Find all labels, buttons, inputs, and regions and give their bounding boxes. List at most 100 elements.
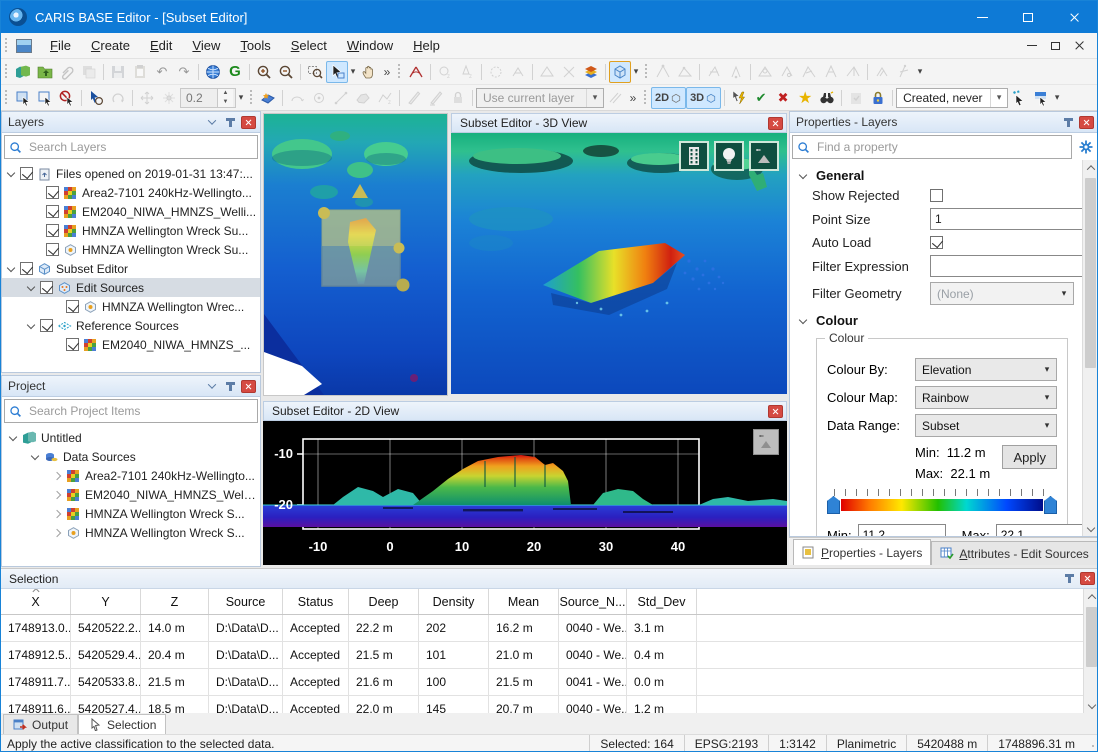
expander-icon[interactable] bbox=[6, 264, 16, 274]
project-row-untitled[interactable]: Untitled bbox=[2, 428, 260, 447]
checkbox[interactable] bbox=[40, 319, 53, 332]
flag-star-icon[interactable]: ★ bbox=[794, 87, 816, 109]
cell-y[interactable]: 5420529.4... bbox=[71, 642, 141, 668]
property-settings-button[interactable] bbox=[1074, 139, 1098, 155]
resize-grip[interactable] bbox=[1085, 735, 1098, 752]
angle-tool-icon[interactable] bbox=[820, 61, 842, 83]
table-row[interactable]: 1748911.6... 5420527.4... 18.5 m D:\Data… bbox=[1, 696, 1083, 713]
colour-map-combo[interactable]: Rainbow▾ bbox=[915, 386, 1057, 409]
cell-z[interactable]: 21.5 m bbox=[141, 669, 209, 695]
lock-edit-icon[interactable] bbox=[447, 87, 469, 109]
checkbox[interactable] bbox=[66, 300, 79, 313]
layers-close-button[interactable] bbox=[241, 116, 256, 129]
column-header-deep[interactable]: Deep bbox=[349, 589, 419, 614]
column-header-z[interactable]: Z bbox=[141, 589, 209, 614]
project-pin-button[interactable] bbox=[222, 379, 238, 393]
tab-output[interactable]: Output bbox=[3, 714, 78, 734]
selection-scrollbar[interactable] bbox=[1083, 589, 1098, 713]
select-add-rect-icon[interactable] bbox=[34, 87, 56, 109]
cell-source[interactable]: D:\Data\D... bbox=[209, 696, 283, 713]
select-cursor-dropdown[interactable]: ▾ bbox=[348, 66, 358, 77]
cell-mean[interactable]: 20.7 m bbox=[489, 696, 559, 713]
select-cursor-icon[interactable] bbox=[326, 61, 348, 83]
scroll-up-icon[interactable] bbox=[1084, 589, 1098, 605]
toolbar-grip[interactable] bbox=[4, 63, 9, 81]
cell-density[interactable]: 202 bbox=[419, 615, 489, 641]
min-input[interactable] bbox=[858, 524, 946, 536]
apply-button[interactable]: Apply bbox=[1002, 445, 1057, 469]
map-canvas[interactable] bbox=[264, 114, 448, 395]
subset-cube-dropdown[interactable]: ▾ bbox=[631, 66, 641, 77]
checkbox[interactable] bbox=[46, 224, 59, 237]
slider-max-handle[interactable] bbox=[1044, 496, 1057, 514]
slider-min-handle[interactable] bbox=[827, 496, 840, 514]
angle-tool-icon[interactable] bbox=[893, 61, 915, 83]
project-search-input[interactable] bbox=[27, 403, 253, 419]
cell-x[interactable]: 1748911.7... bbox=[1, 669, 71, 695]
column-header-std-dev[interactable]: Std_Dev bbox=[627, 589, 697, 614]
digitize-tool-icon[interactable] bbox=[352, 87, 374, 109]
menu-edit[interactable]: Edit bbox=[140, 35, 182, 56]
query-cursor-icon[interactable] bbox=[85, 87, 107, 109]
vertical-exaggeration-button[interactable] bbox=[749, 141, 779, 171]
duplicate-icon[interactable] bbox=[78, 61, 100, 83]
cell-z[interactable]: 14.0 m bbox=[141, 615, 209, 641]
minimize-button[interactable] bbox=[959, 1, 1005, 33]
angle-tool-icon[interactable] bbox=[652, 61, 674, 83]
rotate-cursor-icon[interactable] bbox=[107, 87, 129, 109]
angle-tool-icon[interactable] bbox=[842, 61, 864, 83]
survey-tool-icon[interactable] bbox=[507, 61, 529, 83]
created-filter-combo[interactable]: Created, never ▾ bbox=[896, 88, 1008, 108]
properties-scrollbar[interactable] bbox=[1082, 160, 1098, 536]
select-rect-icon[interactable] bbox=[12, 87, 34, 109]
layers-pin-button[interactable] bbox=[222, 115, 238, 129]
checkbox[interactable] bbox=[46, 205, 59, 218]
lock-icon[interactable] bbox=[867, 87, 889, 109]
point-size-input[interactable] bbox=[930, 208, 1082, 230]
layer-row-files[interactable]: Files opened on 2019-01-31 13:47:... bbox=[2, 164, 260, 183]
cell-deep[interactable]: 22.0 m bbox=[349, 696, 419, 713]
view-3d-toggle[interactable]: 3D bbox=[686, 87, 721, 109]
cell-z[interactable]: 18.5 m bbox=[141, 696, 209, 713]
expander-icon[interactable] bbox=[52, 509, 62, 519]
checkbox[interactable] bbox=[20, 262, 33, 275]
spinner-up-icon[interactable]: ▲ bbox=[218, 89, 233, 98]
cell-source-n[interactable]: 0040 - We... bbox=[559, 615, 627, 641]
project-menu-button[interactable] bbox=[204, 379, 220, 393]
table-row[interactable]: 1748913.0... 5420522.2... 14.0 m D:\Data… bbox=[1, 615, 1083, 642]
mdi-restore-button[interactable] bbox=[1051, 42, 1060, 50]
cell-mean[interactable]: 16.2 m bbox=[489, 615, 559, 641]
filter-expression-input[interactable] bbox=[930, 255, 1082, 277]
auto-load-checkbox[interactable] bbox=[930, 236, 943, 249]
cell-source-n[interactable]: 0041 - We... bbox=[559, 669, 627, 695]
digitize-tool-icon[interactable] bbox=[330, 87, 352, 109]
expander-icon[interactable] bbox=[26, 321, 36, 331]
open-data-icon[interactable] bbox=[34, 61, 56, 83]
selection-pin-button[interactable] bbox=[1061, 572, 1077, 586]
expander-icon[interactable] bbox=[52, 490, 62, 500]
angle-tool-icon[interactable] bbox=[776, 61, 798, 83]
view-3d-close-button[interactable] bbox=[768, 117, 783, 130]
layer-row[interactable]: Area2-7101 240kHz-Wellingto... bbox=[2, 183, 260, 202]
view-3d-canvas[interactable] bbox=[451, 133, 787, 394]
expander-icon[interactable] bbox=[6, 169, 16, 179]
expander-icon[interactable] bbox=[52, 471, 62, 481]
cell-status[interactable]: Accepted bbox=[283, 642, 349, 668]
cell-x[interactable]: 1748911.6... bbox=[1, 696, 71, 713]
project-row[interactable]: EM2040_NIWA_HMNZS_Welli... bbox=[2, 485, 260, 504]
colour-stack-icon[interactable] bbox=[580, 61, 602, 83]
expander-icon[interactable] bbox=[8, 433, 18, 443]
checkbox[interactable] bbox=[46, 186, 59, 199]
menu-help[interactable]: Help bbox=[403, 35, 450, 56]
column-header-x[interactable]: X bbox=[1, 589, 71, 614]
zoom-in-icon[interactable] bbox=[253, 61, 275, 83]
angle-tool-icon[interactable] bbox=[725, 61, 747, 83]
survey-tool-icon[interactable] bbox=[558, 61, 580, 83]
range-spinner-input[interactable] bbox=[181, 89, 217, 107]
cell-std-dev[interactable]: 1.2 m bbox=[627, 696, 697, 713]
checkbox[interactable] bbox=[66, 338, 79, 351]
checkbox[interactable] bbox=[40, 281, 53, 294]
cell-status[interactable]: Accepted bbox=[283, 696, 349, 713]
scrollbar-thumb[interactable] bbox=[1085, 178, 1096, 368]
layer-row[interactable]: HMNZA Wellington Wreck Su... bbox=[2, 240, 260, 259]
